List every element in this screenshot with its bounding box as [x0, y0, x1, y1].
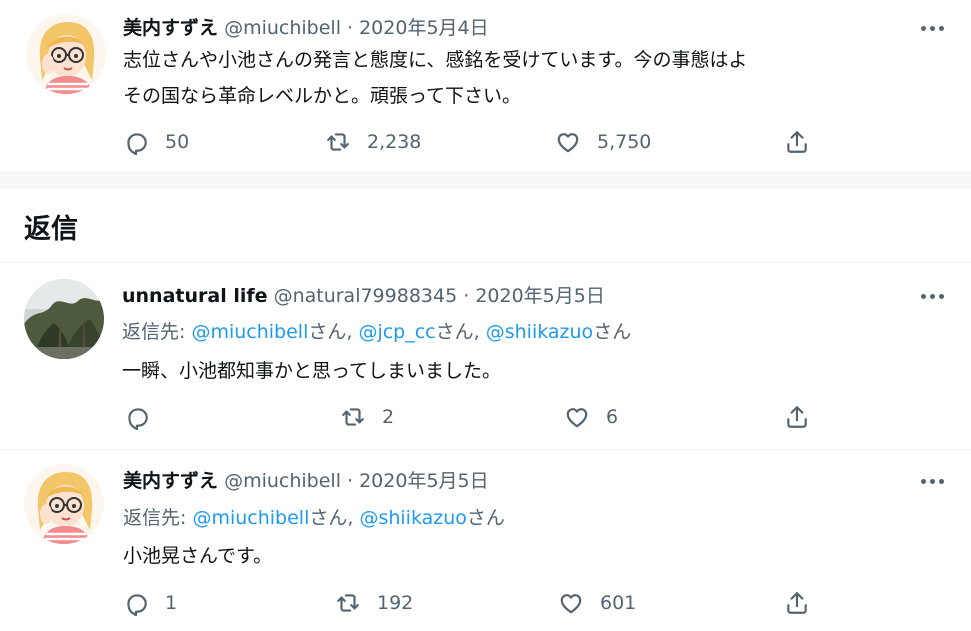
section-divider — [0, 172, 971, 188]
reply-button[interactable]: 50 — [123, 129, 189, 155]
reply-to-label: 返信先: — [122, 321, 192, 343]
tweet-actions: 50 2,238 5,750 — [0, 122, 971, 162]
user-handle[interactable]: @miuchibell — [224, 17, 341, 39]
retweet-button[interactable]: 2 — [340, 404, 394, 430]
cartoon-avatar-image — [26, 14, 106, 94]
mention-link[interactable]: @miuchibell — [191, 321, 308, 343]
mention-link[interactable]: @jcp_cc — [358, 321, 435, 343]
tweet-header: 美内すずえ @miuchibell · 2020年5月5日 — [123, 469, 489, 493]
retweet-button[interactable]: 2,238 — [325, 129, 421, 155]
retweet-icon — [327, 133, 349, 151]
tweet-date[interactable]: 2020年5月5日 — [359, 470, 489, 492]
like-button[interactable]: 5,750 — [555, 129, 651, 155]
tweet-text-line: 志位さんや小池さんの発言と態度に、感銘を受けています。今の事態はよ — [123, 49, 748, 71]
reply-button[interactable] — [124, 404, 166, 430]
tweet-text-line: その国なら革命レベルかと。頑張って下さい。 — [123, 85, 522, 107]
retweet-count: 2 — [382, 406, 395, 428]
user-handle[interactable]: @natural79988345 — [274, 285, 458, 307]
user-handle[interactable]: @miuchibell — [224, 470, 341, 492]
heart-icon — [560, 594, 582, 614]
share-icon — [787, 131, 807, 153]
avatar[interactable] — [24, 279, 104, 359]
share-button[interactable] — [784, 404, 810, 430]
mention-suffix: さん, — [435, 321, 486, 343]
avatar[interactable] — [26, 14, 106, 94]
mention-suffix: さん, — [308, 321, 359, 343]
display-name[interactable]: 美内すずえ — [123, 17, 218, 39]
reply-to-line: 返信先: @miuchibellさん, @shiikazuoさん — [123, 504, 505, 532]
heart-icon — [566, 408, 588, 428]
tweet-date[interactable]: 2020年5月5日 — [475, 285, 605, 307]
reply-icon — [128, 408, 148, 430]
reply-count: 50 — [165, 131, 190, 153]
tweet-2[interactable]: unnatural life @natural79988345 · 2020年5… — [0, 263, 971, 449]
reply-to-line: 返信先: @miuchibellさん, @jcp_ccさん, @shiikazu… — [122, 318, 631, 346]
like-count: 5,750 — [597, 131, 652, 153]
share-icon — [787, 406, 807, 428]
cartoon-avatar-image — [24, 464, 104, 544]
share-button[interactable] — [784, 129, 810, 155]
more-options-icon[interactable] — [917, 286, 947, 306]
separator-dot: · — [340, 17, 360, 39]
like-count: 6 — [606, 406, 619, 428]
avatar[interactable] — [24, 464, 104, 544]
reply-icon — [127, 594, 147, 616]
share-button[interactable] — [784, 590, 810, 616]
like-button[interactable]: 601 — [558, 590, 636, 616]
tweet-actions: 2 6 — [0, 400, 971, 440]
separator-dot: · — [457, 285, 476, 307]
retweet-icon — [337, 594, 359, 612]
tweet-text-line: 一瞬、小池都知事かと思ってしまいました。 — [122, 360, 502, 382]
retweet-icon — [342, 408, 364, 426]
reply-button[interactable]: 1 — [123, 590, 177, 616]
tweet-3[interactable]: 美内すずえ @miuchibell · 2020年5月5日 返信先: @miuc… — [0, 450, 971, 631]
more-options-icon[interactable] — [917, 471, 947, 491]
tweet-text-line: 小池晃さんです。 — [123, 545, 273, 567]
retweet-count: 192 — [377, 592, 414, 614]
heart-icon — [557, 133, 579, 153]
tweet-header: 美内すずえ @miuchibell · 2020年5月4日 — [123, 16, 489, 40]
retweet-button[interactable]: 192 — [335, 590, 413, 616]
mention-link[interactable]: @shiikazuo — [359, 507, 466, 529]
reply-icon — [127, 133, 147, 155]
display-name[interactable]: unnatural life — [122, 285, 268, 307]
tweet-actions: 1 192 601 — [0, 585, 971, 625]
mention-link[interactable]: @shiikazuo — [486, 321, 593, 343]
like-button[interactable]: 6 — [564, 404, 618, 430]
like-count: 601 — [600, 592, 637, 614]
share-icon — [787, 592, 807, 614]
reply-to-label: 返信先: — [123, 507, 193, 529]
tweet-date[interactable]: 2020年5月4日 — [359, 17, 489, 39]
mention-suffix: さん — [466, 507, 505, 529]
landscape-avatar-image — [24, 279, 104, 359]
tweet-1[interactable]: 美内すずえ @miuchibell · 2020年5月4日 志位さんや小池さんの… — [0, 0, 971, 170]
mention-suffix: さん — [593, 321, 632, 343]
separator-dot: · — [340, 470, 360, 492]
reply-count: 1 — [165, 592, 178, 614]
tweet-header: unnatural life @natural79988345 · 2020年5… — [122, 284, 605, 308]
mention-link[interactable]: @miuchibell — [192, 507, 309, 529]
more-options-icon[interactable] — [917, 18, 947, 38]
retweet-count: 2,238 — [367, 131, 422, 153]
replies-section-title: 返信 — [24, 214, 78, 245]
display-name[interactable]: 美内すずえ — [123, 470, 218, 492]
mention-suffix: さん, — [309, 507, 360, 529]
